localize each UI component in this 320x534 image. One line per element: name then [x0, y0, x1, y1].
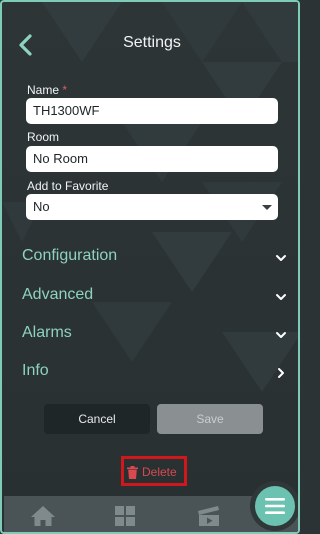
header: Settings — [2, 24, 298, 64]
name-label: Name * — [27, 83, 67, 97]
section-info[interactable]: Info — [22, 358, 290, 388]
section-alarms[interactable]: Alarms — [22, 320, 290, 350]
room-input[interactable]: No Room — [26, 146, 278, 172]
trash-icon — [127, 465, 138, 479]
name-label-text: Name — [27, 83, 60, 97]
nav-devices[interactable] — [110, 501, 140, 531]
section-advanced-label: Advanced — [22, 286, 94, 303]
favorite-select-value: No — [33, 199, 50, 214]
delete-button[interactable]: Delete — [127, 462, 177, 482]
section-info-label: Info — [22, 362, 49, 379]
name-input[interactable]: TH1300WF — [26, 98, 278, 124]
page-title: Settings — [123, 34, 181, 51]
section-configuration[interactable]: Configuration — [22, 243, 290, 273]
cancel-button[interactable]: Cancel — [44, 404, 150, 434]
app-frame: Settings Name * TH1300WF Room No Room Ad… — [0, 0, 300, 534]
section-advanced[interactable]: Advanced — [22, 282, 290, 312]
section-configuration-label: Configuration — [22, 247, 118, 264]
scenes-icon — [198, 506, 219, 526]
favorite-select[interactable]: No — [26, 194, 278, 220]
nav-scenes[interactable] — [194, 501, 224, 531]
room-label: Room — [27, 130, 60, 144]
required-mark: * — [62, 83, 68, 97]
save-button[interactable]: Save — [157, 404, 263, 434]
menu-icon — [265, 498, 285, 514]
section-alarms-label: Alarms — [22, 324, 72, 341]
dropdown-arrow-icon — [262, 205, 272, 210]
chevron-right-icon — [278, 368, 284, 378]
favorite-label: Add to Favorite — [27, 179, 109, 193]
nav-home[interactable] — [28, 501, 58, 531]
chevron-down-icon — [276, 332, 286, 338]
grid-icon — [115, 506, 135, 526]
chevron-down-icon — [276, 255, 286, 261]
menu-button[interactable] — [255, 486, 295, 526]
delete-label: Delete — [142, 465, 177, 479]
home-icon — [31, 506, 55, 526]
chevron-down-icon — [276, 294, 286, 300]
